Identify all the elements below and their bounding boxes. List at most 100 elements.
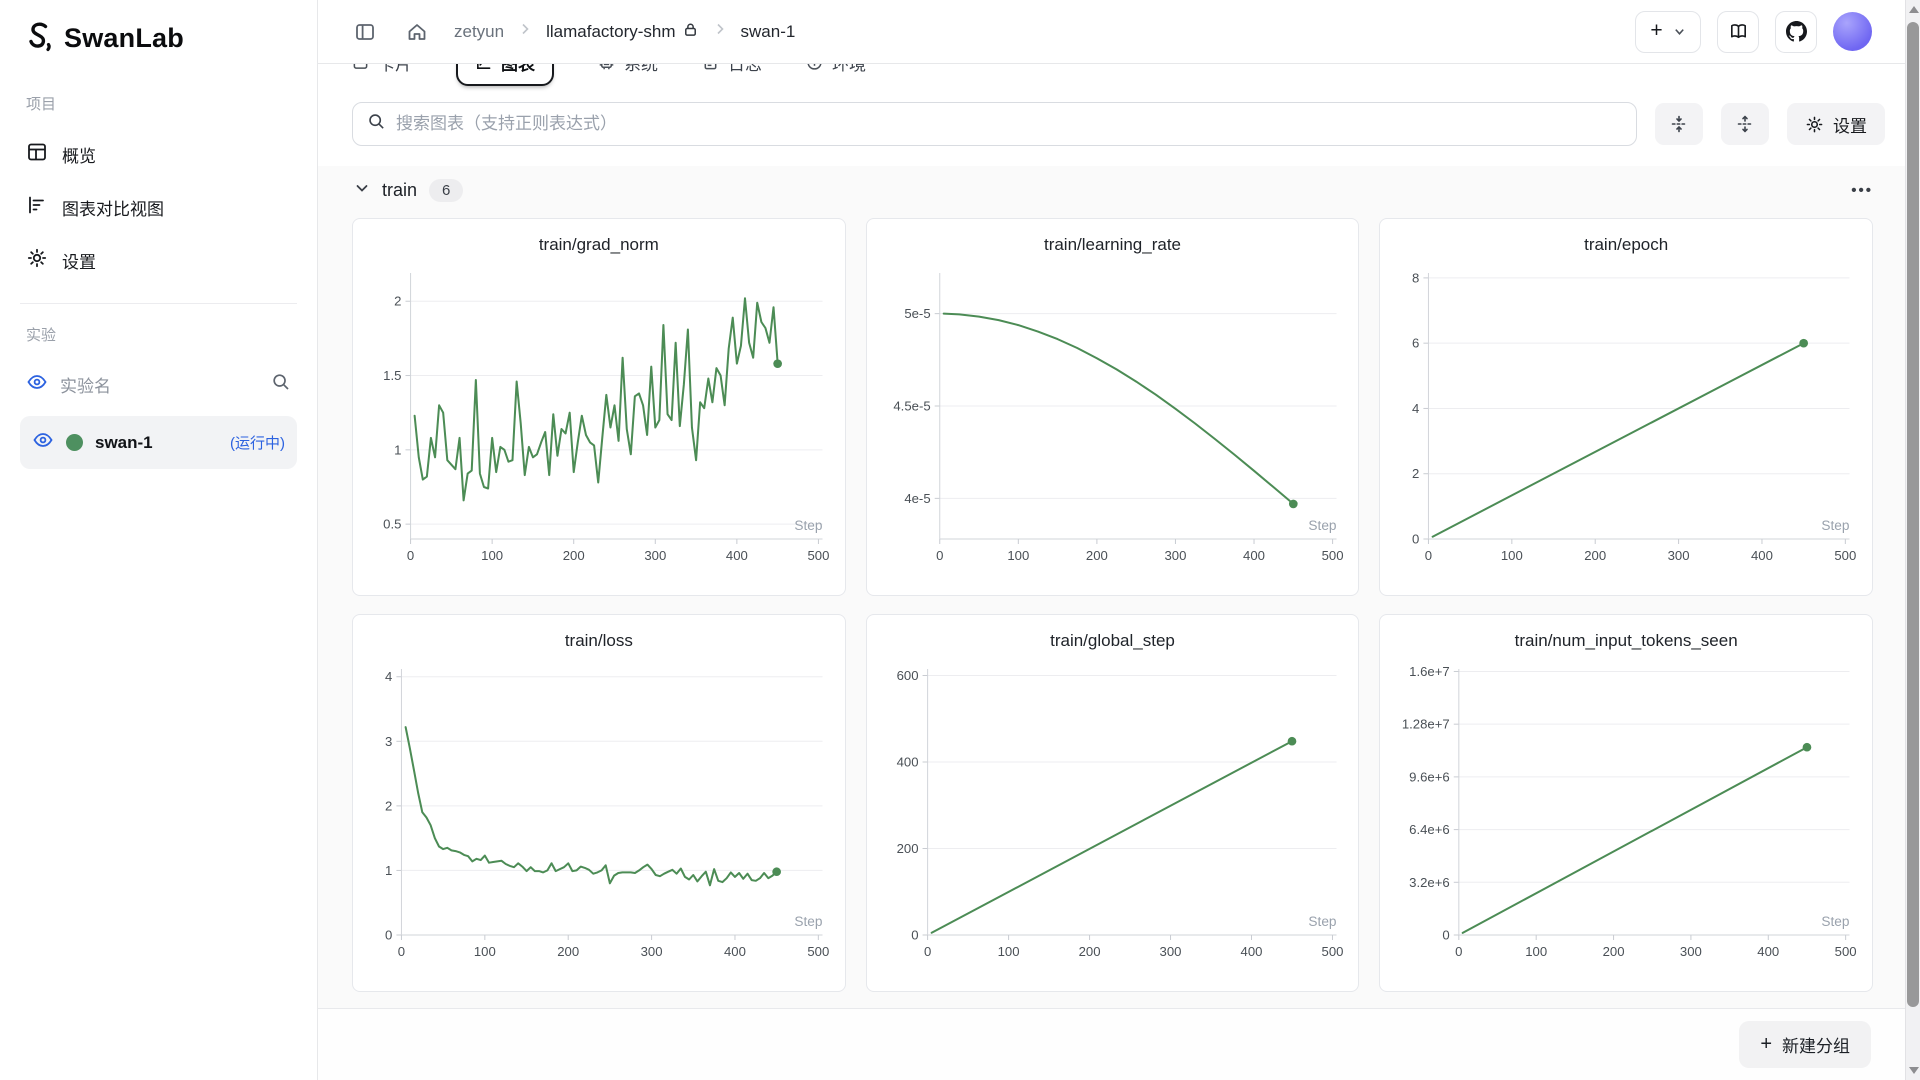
group-header: train 6 ••• <box>318 166 1905 214</box>
chart-canvas[interactable]: 02004006000100200300400500Step <box>877 659 1349 975</box>
chart-card[interactable]: train/learning_rate 4e-54.5e-55e-5010020… <box>866 218 1360 596</box>
svg-text:4e-5: 4e-5 <box>904 491 930 506</box>
tab-charts[interactable]: 图表 <box>456 64 554 86</box>
chart-card[interactable]: train/num_input_tokens_seen 03.2e+66.4e+… <box>1379 614 1873 992</box>
tab-environment[interactable]: 环境 <box>806 64 866 75</box>
chart-end-dot <box>1800 339 1809 348</box>
chart-canvas[interactable]: 4e-54.5e-55e-50100200300400500Step <box>877 263 1349 579</box>
sidebar-item-overview[interactable]: 概览 <box>20 128 297 181</box>
x-axis-label: Step <box>794 518 822 533</box>
svg-text:0: 0 <box>1412 532 1419 547</box>
svg-text:400: 400 <box>726 548 748 563</box>
docs-button[interactable] <box>1717 11 1759 53</box>
chart-canvas[interactable]: 03.2e+66.4e+69.6e+61.28e+71.6e+701002003… <box>1390 659 1862 975</box>
search-icon[interactable] <box>271 372 291 397</box>
github-button[interactable] <box>1775 11 1817 53</box>
svg-text:500: 500 <box>1835 944 1857 959</box>
log-file-icon <box>702 64 719 71</box>
tab-logs[interactable]: 日志 <box>702 64 762 75</box>
sidebar-item-label: 概览 <box>62 142 96 167</box>
svg-text:0: 0 <box>1455 944 1462 959</box>
svg-text:200: 200 <box>1078 944 1100 959</box>
home-icon[interactable] <box>404 19 430 45</box>
scroll-up-arrow-icon[interactable] <box>1909 6 1919 13</box>
svg-text:8: 8 <box>1412 270 1419 285</box>
chart-title: train/learning_rate <box>877 235 1349 263</box>
sidebar: SwanLab 项目 概览 图表对比视图 <box>0 0 318 1080</box>
svg-text:400: 400 <box>724 944 746 959</box>
visibility-eye-icon[interactable] <box>32 429 54 456</box>
scrollbar-thumb[interactable] <box>1907 22 1919 1007</box>
chart-canvas[interactable]: 012340100200300400500Step <box>363 659 835 975</box>
svg-text:3: 3 <box>385 734 392 749</box>
sidebar-item-settings[interactable]: 设置 <box>20 234 297 287</box>
info-circle-icon <box>806 64 823 71</box>
svg-text:6.4e+6: 6.4e+6 <box>1409 822 1450 837</box>
app-title: SwanLab <box>64 23 184 54</box>
x-axis-label: Step <box>1822 914 1850 929</box>
chart-search[interactable] <box>352 102 1637 146</box>
svg-text:300: 300 <box>644 548 666 563</box>
avatar[interactable] <box>1833 12 1872 51</box>
visibility-eye-icon[interactable] <box>26 371 48 398</box>
chart-title: train/num_input_tokens_seen <box>1390 631 1862 659</box>
chart-card[interactable]: train/epoch 024680100200300400500Step <box>1379 218 1873 596</box>
svg-text:300: 300 <box>1164 548 1186 563</box>
new-group-button[interactable]: + 新建分组 <box>1739 1021 1871 1068</box>
create-new-button[interactable]: + <box>1635 11 1701 53</box>
experiment-row-swan-1[interactable]: swan-1 (运行中) <box>20 416 297 469</box>
svg-text:100: 100 <box>997 944 1019 959</box>
group-count-badge: 6 <box>429 179 463 202</box>
svg-text:200: 200 <box>896 841 918 856</box>
vertical-scrollbar[interactable] <box>1905 0 1920 1080</box>
chart-card[interactable]: train/grad_norm 0.511.520100200300400500… <box>352 218 846 596</box>
chart-settings-button[interactable]: 设置 <box>1787 103 1885 145</box>
group-more-menu[interactable]: ••• <box>1851 182 1873 199</box>
svg-text:400: 400 <box>1751 548 1773 563</box>
sidebar-section-project: 项目 <box>20 83 297 128</box>
svg-text:500: 500 <box>807 548 829 563</box>
svg-text:100: 100 <box>474 944 496 959</box>
sidebar-item-chart-compare[interactable]: 图表对比视图 <box>20 181 297 234</box>
collapse-all-button[interactable] <box>1655 103 1703 145</box>
page-content: 卡片 图表 系统 日志 环境 <box>318 64 1905 1080</box>
breadcrumb-workspace[interactable]: zetyun <box>454 22 504 42</box>
group-name[interactable]: train <box>382 180 417 201</box>
chart-end-dot <box>772 867 781 876</box>
tab-system[interactable]: 系统 <box>598 64 658 75</box>
bar-chart-icon <box>26 194 48 221</box>
cpu-icon <box>598 64 615 71</box>
chart-card[interactable]: train/loss 012340100200300400500Step <box>352 614 846 992</box>
scroll-down-arrow-icon[interactable] <box>1909 1067 1919 1074</box>
chart-search-input[interactable] <box>396 114 1622 134</box>
chart-card[interactable]: train/global_step 0200400600010020030040… <box>866 614 1360 992</box>
lock-icon <box>682 21 699 43</box>
chevron-down-icon[interactable] <box>354 180 370 201</box>
breadcrumb-project[interactable]: llamafactory-shm <box>546 22 675 42</box>
expand-all-button[interactable] <box>1721 103 1769 145</box>
x-axis-label: Step <box>1822 518 1850 533</box>
svg-text:300: 300 <box>1159 944 1181 959</box>
tab-cards[interactable]: 卡片 <box>352 64 412 75</box>
chart-canvas[interactable]: 0.511.520100200300400500Step <box>363 263 835 579</box>
svg-text:2: 2 <box>394 294 401 309</box>
search-icon <box>367 112 386 136</box>
svg-text:100: 100 <box>1007 548 1029 563</box>
logo[interactable]: SwanLab <box>20 14 297 83</box>
svg-text:200: 200 <box>1086 548 1108 563</box>
charts-grid: train/grad_norm 0.511.520100200300400500… <box>318 214 1905 992</box>
svg-text:4: 4 <box>385 669 392 684</box>
svg-text:0: 0 <box>1443 928 1450 943</box>
breadcrumb-experiment[interactable]: swan-1 <box>741 22 796 42</box>
svg-text:0: 0 <box>1425 548 1432 563</box>
svg-text:1.28e+7: 1.28e+7 <box>1402 717 1450 732</box>
svg-text:4.5e-5: 4.5e-5 <box>893 399 930 414</box>
sidebar-toggle-button[interactable] <box>352 19 378 45</box>
chart-title: train/loss <box>363 631 835 659</box>
svg-text:6: 6 <box>1412 336 1419 351</box>
svg-text:200: 200 <box>1603 944 1625 959</box>
chart-end-dot <box>1289 500 1298 509</box>
gear-icon <box>26 247 48 274</box>
chart-canvas[interactable]: 024680100200300400500Step <box>1390 263 1862 579</box>
svg-text:500: 500 <box>1835 548 1857 563</box>
